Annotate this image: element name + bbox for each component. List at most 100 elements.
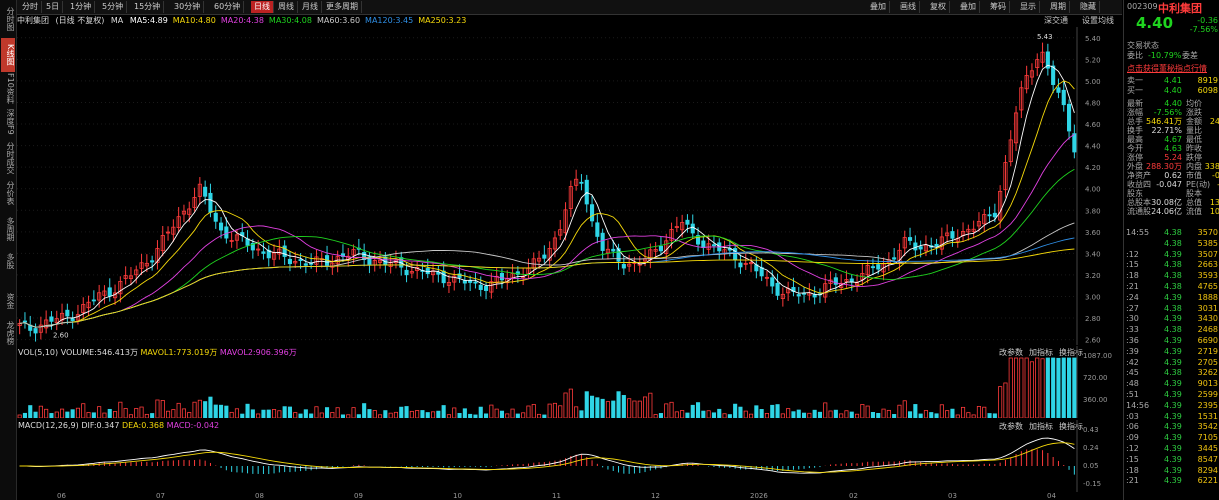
stat-row: 总手 546.41万 金额 24 [1127,117,1219,126]
volume-bar [314,406,319,418]
volume-bar [356,414,361,418]
last-price: 4.40 [1136,14,1174,32]
left-nav-item[interactable]: 多股 [1,248,15,274]
volume-bar [229,411,234,418]
candle-body [913,242,918,251]
left-nav-item[interactable]: F10资料 [1,72,15,104]
left-nav-item[interactable]: 深度F9 [1,106,15,138]
volume-bar [1008,357,1013,418]
volume-bar [823,402,828,418]
volume-chart[interactable]: 1087.00 720.00 360.00 [17,346,1122,418]
volume-bar [574,406,579,418]
chart-setting: (日线 不复权) [55,16,105,25]
volume-bar [478,406,483,418]
candle-body [203,186,208,197]
volume-bar [934,413,939,418]
volume-bar [796,409,801,418]
time-axis: 06 07 08 09 10 11 12 2026 02 03 04 [17,492,1122,500]
volume-bar [929,412,934,418]
volume-bar [404,406,409,418]
left-nav-item[interactable]: K线图 [1,38,15,72]
volume-bar [971,414,976,418]
volume-bar [521,412,526,418]
toolbar-right-button[interactable]: 叠加 [957,1,980,13]
toolbar-right-button[interactable]: 叠加 [867,1,890,13]
period-button[interactable]: 周线 [275,1,298,13]
stat-row: 收益四-0.047PE(动)- [1127,180,1219,189]
macd-chart[interactable]: 0.43 0.24 0.05 -0.15 [17,420,1122,492]
volume-bar [961,406,966,418]
toolbar-right-button[interactable]: 隐藏 [1077,1,1100,13]
volume-bar [256,413,261,418]
volume-bar [722,413,727,418]
tick-row: :39 4.39 2719 [1126,346,1218,356]
left-nav-item[interactable]: 多周期 [1,212,15,246]
volume-bar [563,392,568,418]
volume-bar [155,399,160,418]
time-axis-label: 08 [255,492,264,500]
dongmi-link[interactable]: 点击获得董秘指点行情 [1127,63,1207,74]
stat-row: 涨停 5.24 跌停 [1127,153,1202,162]
volume-bar [643,396,648,418]
tick-row: :27 4.38 3031 [1126,303,1218,313]
volume-bar [749,413,754,418]
volume-bar [754,405,759,418]
ma-line [19,133,1075,328]
candle-body [150,260,155,263]
candle-body [690,223,695,234]
volume-bar [605,401,610,418]
volume-bar [28,405,33,418]
price-axis-label: 2.80 [1085,315,1101,323]
period-button[interactable]: 60分钟 [211,1,245,13]
toolbar-right-button[interactable]: 画线 [897,1,920,13]
volume-bar [218,404,224,418]
candle-body [218,222,224,231]
volume-bar [780,413,785,418]
sell1-row: 卖一 4.41 8919 [1127,76,1218,85]
volume-bar [627,398,632,418]
volume-bar [812,409,817,418]
period-button[interactable]: 更多周期 [323,1,362,13]
volume-bar [913,404,918,418]
toolbar-right-button[interactable]: 复权 [927,1,950,13]
volume-bar [584,391,589,418]
period-button[interactable]: 15分钟 [131,1,165,13]
period-button[interactable]: 5分钟 [99,1,128,13]
ma-value: MA250:3.23 [418,16,467,25]
toolbar-right-button[interactable]: 显示 [1017,1,1040,13]
volume-bar [340,414,345,418]
period-button[interactable]: 30分钟 [171,1,205,13]
volume-bar [97,406,102,418]
left-nav-item[interactable]: 资金 [1,286,15,316]
toolbar-right-button[interactable]: 周期 [1047,1,1070,13]
period-button[interactable]: 日线 [251,1,274,13]
depth-label[interactable]: 深交通 [1044,15,1068,26]
left-nav-item[interactable]: 分时图 [1,2,15,36]
volume-bar [637,400,642,418]
volume-bar [1072,357,1077,418]
left-nav-item[interactable]: 分时成交 [1,140,15,176]
ma-value: MA60:3.60 [316,16,361,25]
toolbar-right-button[interactable]: 筹码 [987,1,1010,13]
tick-row: 14:56 4.39 2395 [1126,400,1218,410]
volume-bar [908,411,913,418]
trade-status-tab[interactable]: 交易状态 [1127,40,1159,51]
candle-body [701,240,706,249]
left-nav-item[interactable]: 分价表 [1,178,15,208]
buy1-row: 买一 4.40 6098 [1127,86,1218,95]
tick-row: :03 4.39 1531 [1126,411,1218,421]
candle-body [468,280,473,283]
volume-bar [383,410,388,418]
ma-setting-button[interactable]: 设置均线 [1082,15,1114,26]
tick-row: :15 4.38 2663 [1126,260,1218,270]
volume-bar [611,400,616,418]
volume-bar [245,403,250,418]
candlestick-chart[interactable]: 5.40 5.20 5.00 4.80 4.60 4.40 4.20 4.00 3.80 3.60… [17,27,1122,345]
volume-bar [669,401,674,418]
volume-bar [870,412,875,418]
left-nav-item[interactable]: 龙虎榜 [1,318,15,348]
period-button[interactable]: 分时 [19,1,42,13]
period-button[interactable]: 5日 [43,1,64,13]
period-button[interactable]: 1分钟 [67,1,96,13]
period-button[interactable]: 月线 [299,1,322,13]
